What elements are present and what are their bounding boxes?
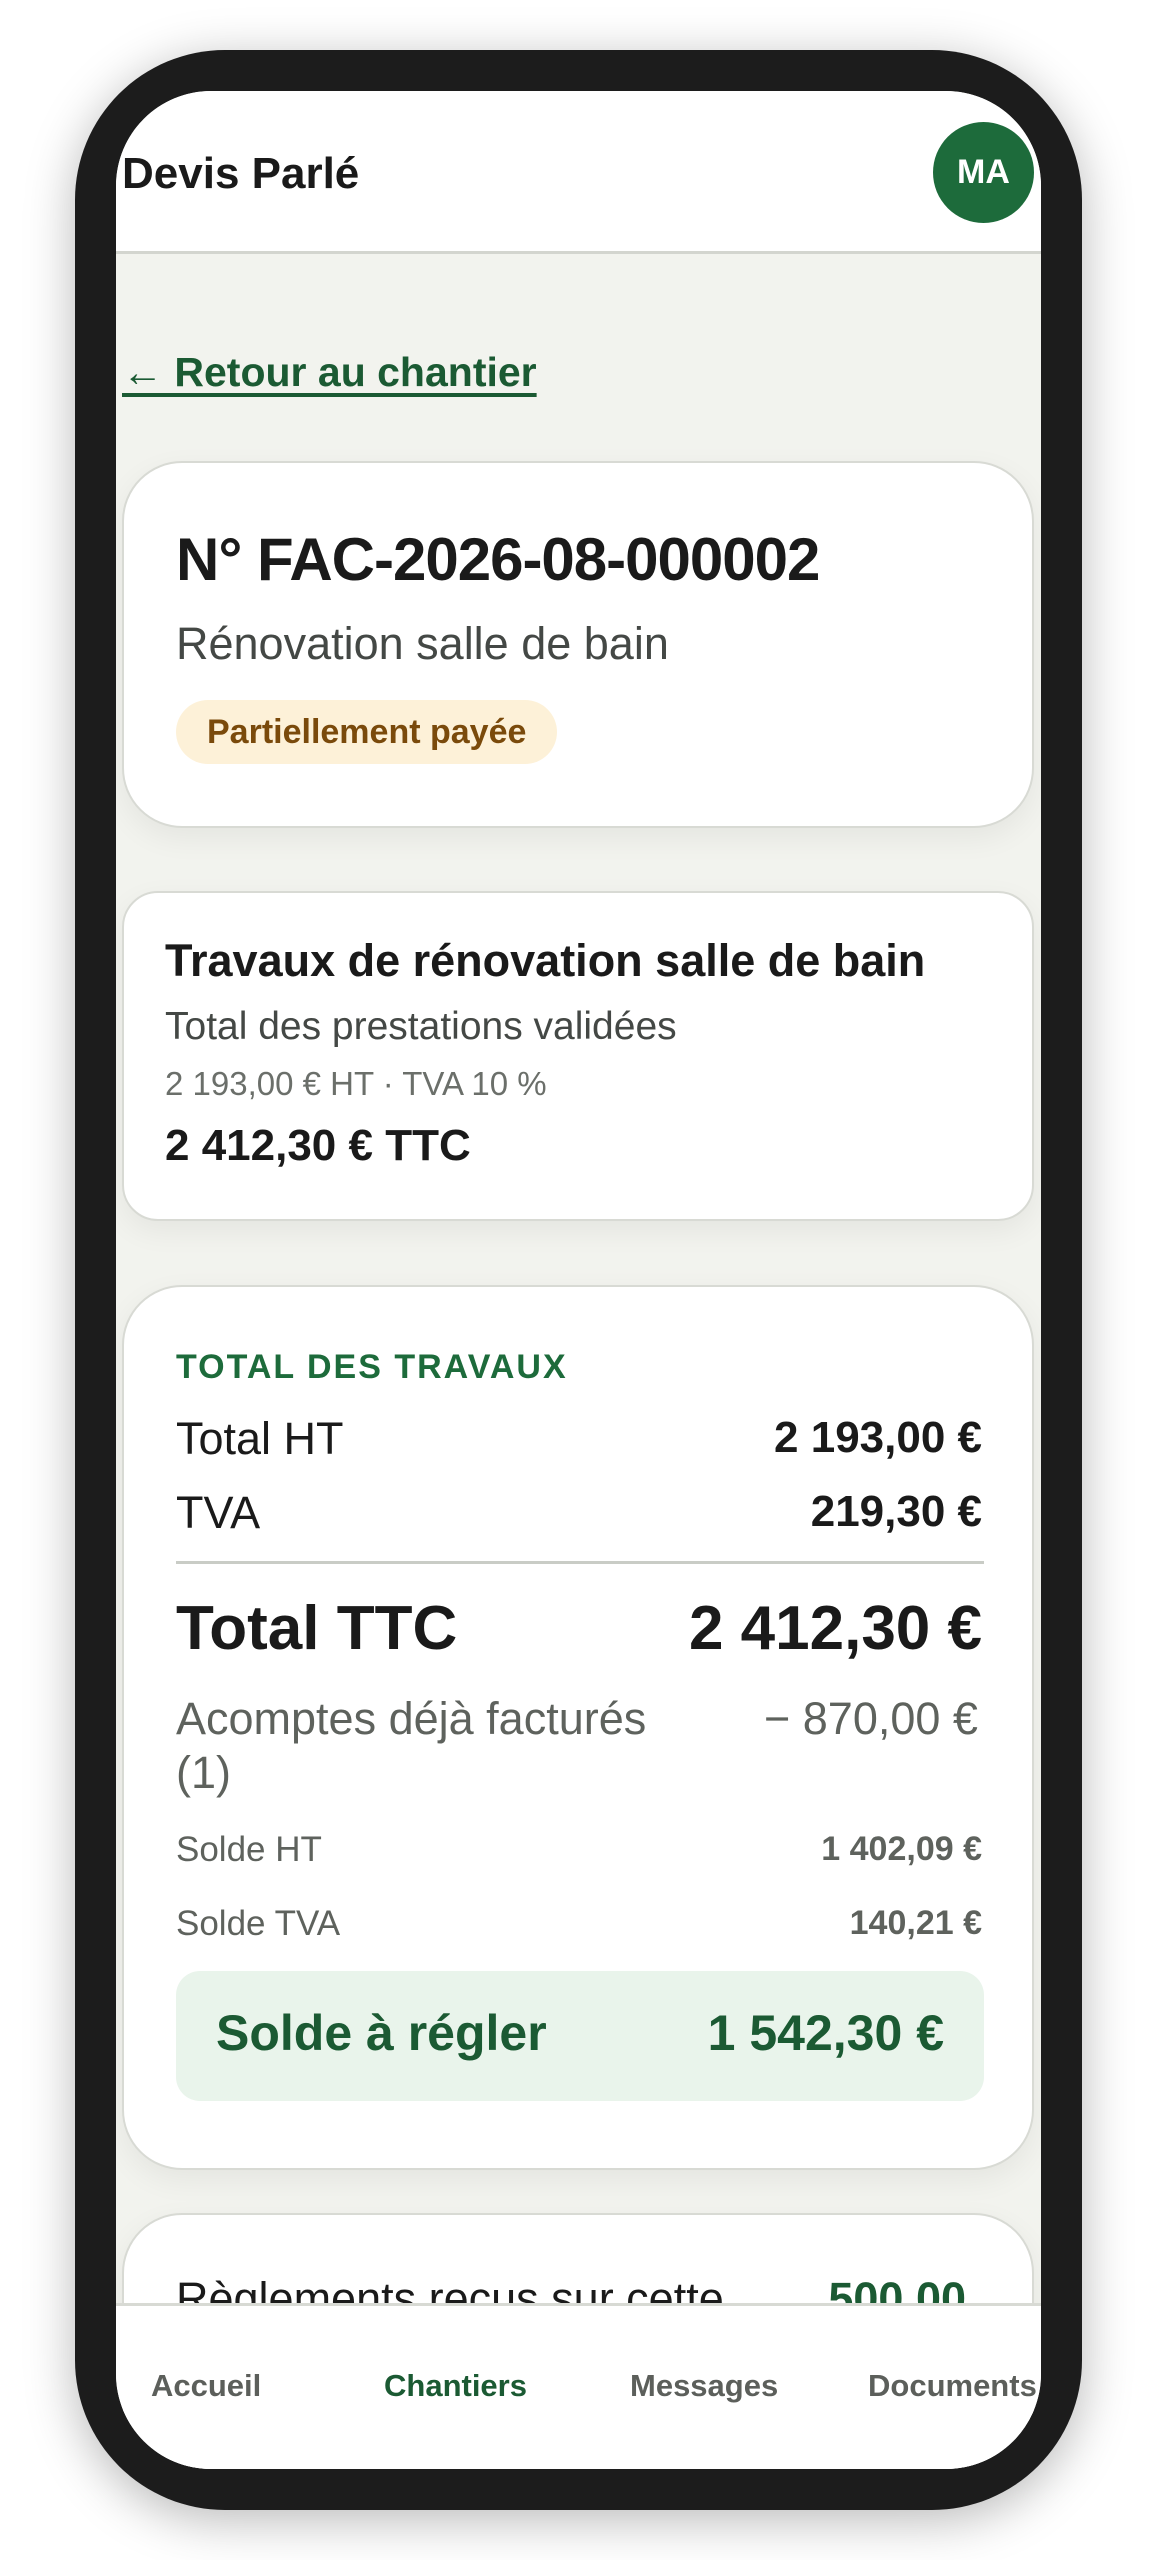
tva-value: 219,30 € <box>810 1487 982 1536</box>
solde-tva-label: Solde TVA <box>176 1904 341 1943</box>
solde-ht-value: 1 402,09 € <box>821 1830 982 1868</box>
balance-due-box: Solde à régler 1 542,30 € <box>176 1971 984 2101</box>
service-subtitle: Total des prestations validées <box>165 1005 677 1048</box>
balance-due-value: 1 542,30 € <box>707 2005 944 2061</box>
balance-due-label: Solde à régler <box>216 2005 547 2061</box>
app-header: Devis Parlé MA <box>116 91 1041 254</box>
nav-item-documents[interactable]: Documents <box>868 2368 1037 2404</box>
service-total: 2 412,30 € TTC <box>165 1121 471 1170</box>
nav-item-messages[interactable]: Messages <box>630 2368 778 2404</box>
nav-item-accueil[interactable]: Accueil <box>151 2368 261 2404</box>
nav-item-chantiers[interactable]: Chantiers <box>384 2368 527 2404</box>
totals-card: TOTAL DES TRAVAUX Total HT 2 193,00 € TV… <box>122 1285 1034 2170</box>
solde-tva-value: 140,21 € <box>849 1904 982 1942</box>
acomptes-value: − 870,00 € <box>764 1693 978 1744</box>
total-ttc-value: 2 412,30 € <box>688 1594 982 1663</box>
service-line-card: Travaux de rénovation salle de bain Tota… <box>122 891 1034 1221</box>
back-to-site-link[interactable]: ← Retour au chantier <box>122 349 537 396</box>
tva-label: TVA <box>176 1487 261 1538</box>
acomptes-label: Acomptes déjà facturés (1) <box>176 1693 647 1798</box>
app-title: Devis Parlé <box>122 149 360 198</box>
invoice-header-card: N° FAC-2026-08-000002 Rénovation salle d… <box>122 461 1034 828</box>
totals-divider <box>176 1561 984 1564</box>
totals-heading: TOTAL DES TRAVAUX <box>176 1348 568 1386</box>
service-detail: 2 193,00 € HT · TVA 10 % <box>165 1065 547 1102</box>
total-ttc-label: Total TTC <box>176 1594 458 1663</box>
invoice-project: Rénovation salle de bain <box>176 618 669 669</box>
solde-ht-label: Solde HT <box>176 1830 322 1869</box>
phone-frame: Devis Parlé MA ← Retour au chantier N° F… <box>75 50 1082 2510</box>
avatar[interactable]: MA <box>933 122 1034 223</box>
total-ht-label: Total HT <box>176 1413 344 1464</box>
total-ht-value: 2 193,00 € <box>774 1413 982 1462</box>
service-title: Travaux de rénovation salle de bain <box>165 935 926 986</box>
bottom-nav: Accueil Chantiers Messages Documents <box>116 2303 1041 2469</box>
app-screen: Devis Parlé MA ← Retour au chantier N° F… <box>116 91 1041 2469</box>
invoice-number: N° FAC-2026-08-000002 <box>176 526 820 593</box>
status-badge: Partiellement payée <box>176 700 558 764</box>
